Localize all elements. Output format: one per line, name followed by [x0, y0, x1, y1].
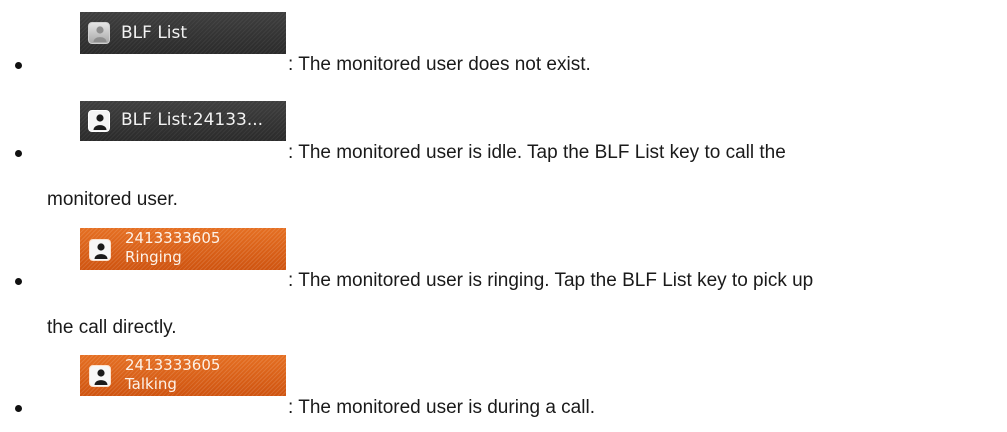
user-white-icon	[88, 110, 110, 132]
bullet	[15, 150, 22, 157]
status-description: : The monitored user is during a call.	[288, 397, 595, 418]
key-status: Talking	[125, 375, 177, 393]
status-description: : The monitored user is idle. Tap the BL…	[288, 142, 786, 163]
user-grey-icon	[88, 22, 110, 44]
status-description: : The monitored user is ringing. Tap the…	[288, 270, 814, 291]
blf-list-key-idle: BLF List:24133...	[80, 101, 286, 141]
bullet	[15, 405, 22, 412]
bullet	[15, 278, 22, 285]
key-label: BLF List:24133...	[121, 110, 264, 130]
blf-list-key-ringing: 2413333605 Ringing	[80, 228, 286, 270]
monitored-number: 2413333605	[125, 356, 221, 374]
bullet	[15, 62, 22, 69]
blf-list-key-talking: 2413333605 Talking	[80, 355, 286, 396]
user-white-icon	[89, 239, 111, 261]
status-description-continued: the call directly.	[47, 317, 177, 338]
monitored-number: 2413333605	[125, 229, 221, 247]
status-description-continued: monitored user.	[47, 189, 178, 210]
key-status: Ringing	[125, 248, 182, 266]
key-label: BLF List	[121, 23, 188, 43]
status-description: : The monitored user does not exist.	[288, 54, 591, 75]
user-white-icon	[89, 365, 111, 387]
blf-list-key-nonexistent: BLF List	[80, 12, 286, 54]
